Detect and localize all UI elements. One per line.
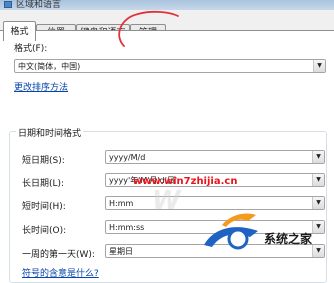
long-time-value: H:mm:ss: [109, 223, 145, 232]
tab-format[interactable]: 格式: [3, 21, 36, 41]
short-time-value: H:mm: [109, 199, 134, 208]
chevron-down-icon: ▼: [313, 60, 325, 72]
change-sort-method-link[interactable]: 更改排序方法: [14, 80, 68, 93]
chevron-down-icon: ▼: [312, 197, 324, 209]
window-icon: [4, 1, 12, 8]
windows-logo-watermark: W: [152, 186, 181, 216]
format-select-value: 中文(简体，中国): [18, 62, 81, 71]
format-label: 格式(F):: [14, 44, 48, 54]
symbols-meaning-link[interactable]: 符号的含意是什么?: [22, 266, 99, 279]
short-time-label: 短时间(H):: [22, 202, 66, 212]
long-time-label: 长时间(O):: [22, 226, 67, 236]
short-date-label: 短日期(S):: [22, 156, 65, 166]
chevron-down-icon: ▼: [312, 174, 324, 186]
watermark-url: www.win7zhijia.cn: [133, 176, 238, 187]
first-day-of-week-value: 星期日: [109, 247, 133, 256]
first-day-of-week-label: 一周的第一天(W):: [22, 250, 95, 260]
short-date-select[interactable]: yyyy/M/d ▼: [105, 150, 325, 164]
short-date-value: yyyy/M/d: [109, 153, 146, 162]
format-select[interactable]: 中文(简体，中国) ▼: [14, 59, 326, 73]
red-highlight-annotation: [118, 10, 179, 47]
format-tab-panel: 格式(F): 中文(简体，中国) ▼ 更改排序方法 日期和时间格式 短日期(S)…: [0, 30, 334, 283]
chevron-down-icon: ▼: [312, 245, 324, 257]
chevron-down-icon: ▼: [312, 151, 324, 163]
watermark-brand-text: 系统之家: [264, 232, 313, 246]
system-home-logo-icon: [204, 213, 258, 250]
long-date-label: 长日期(L):: [22, 179, 65, 189]
datetime-group-title: 日期和时间格式: [16, 126, 84, 139]
window-title: 区域和语言: [16, 0, 62, 10]
chevron-down-icon: ▼: [312, 221, 324, 233]
